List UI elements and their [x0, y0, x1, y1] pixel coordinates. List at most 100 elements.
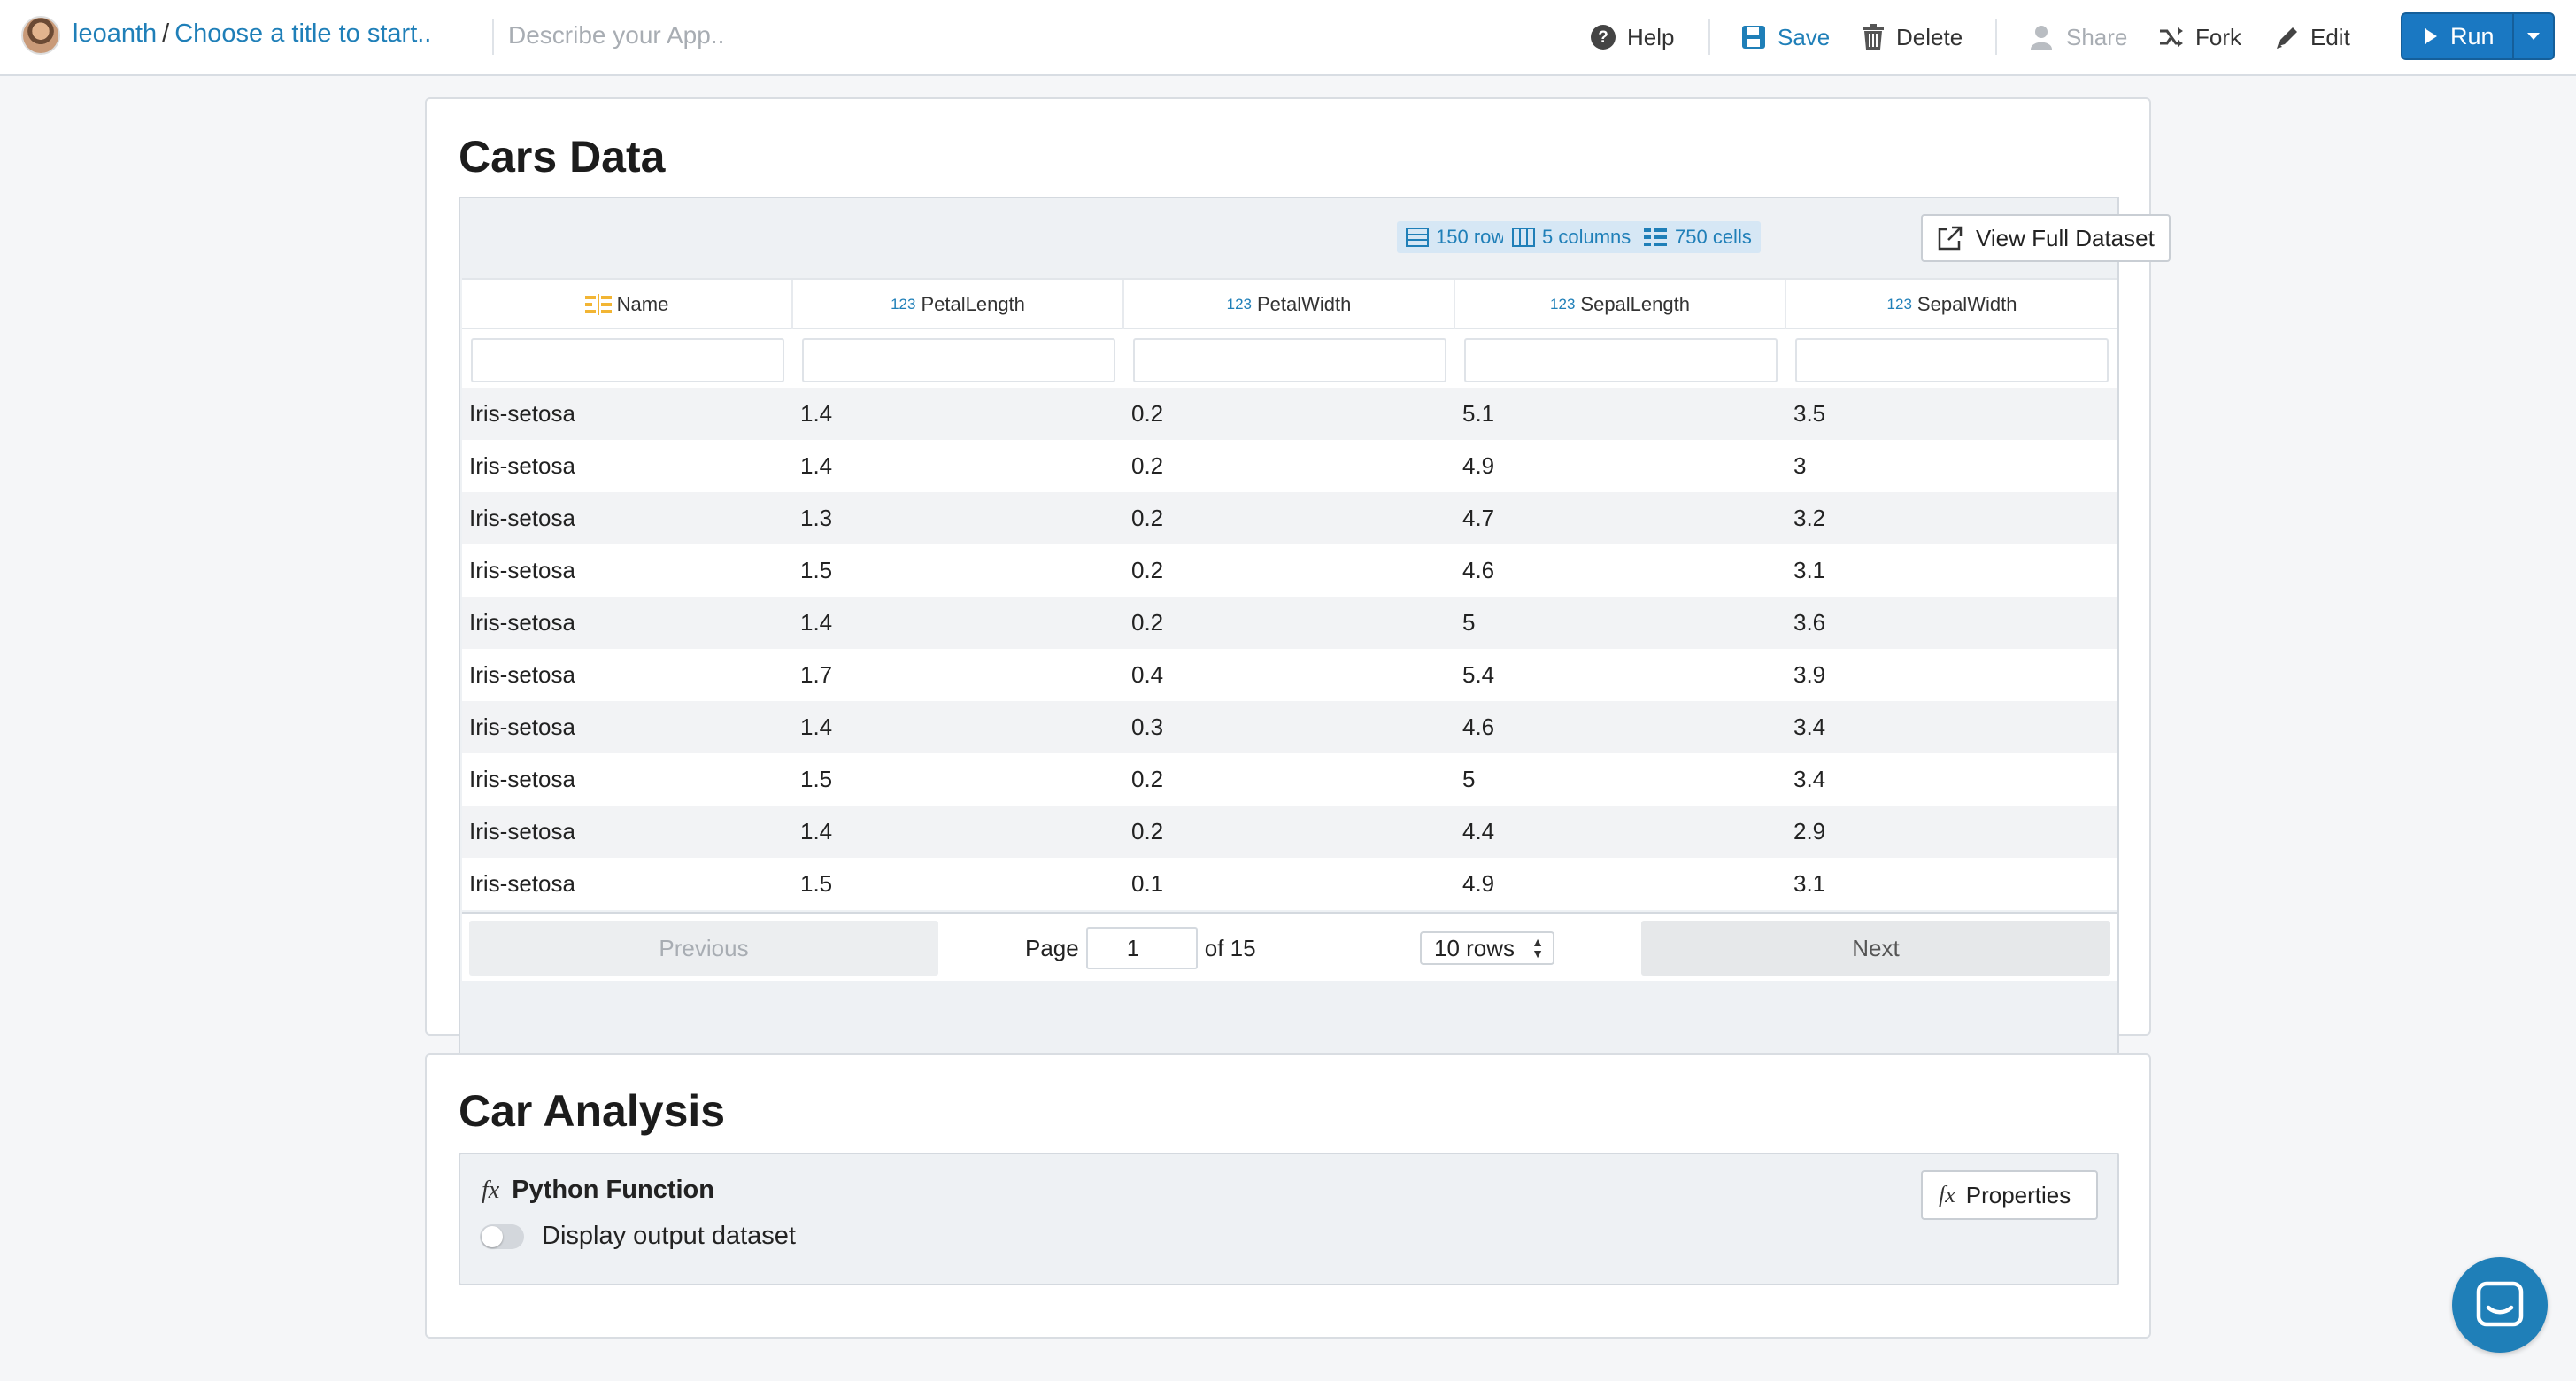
function-header: fx Python Function	[482, 1176, 714, 1205]
python-function-block: fx Python Function Display output datase…	[459, 1153, 2119, 1285]
table-row[interactable]: Iris-setosa 1.4 0.2 5 3.6	[462, 597, 2117, 649]
run-main-button[interactable]: Run	[2402, 14, 2512, 58]
column-header-sepallength[interactable]: 123 SepalLength	[1455, 280, 1786, 329]
cell-sepallength: 5.1	[1462, 400, 1495, 427]
cars-data-card: Cars Data 150 rows 5 columns 750 cells V…	[425, 97, 2171, 1080]
cell-petalwidth: 0.2	[1131, 818, 1164, 845]
columns-count: 5 columns	[1542, 226, 1631, 248]
table-row[interactable]: Iris-setosa 1.5 0.1 4.9 3.1	[462, 858, 2117, 910]
cell-petallength: 1.5	[800, 557, 833, 583]
column-header-label: SepalLength	[1580, 293, 1690, 315]
cell-name: Iris-setosa	[469, 818, 575, 845]
fork-icon	[2160, 27, 2183, 47]
rows-per-page-select[interactable]: 10 rows ▲ ▼	[1420, 931, 1554, 965]
function-label: Python Function	[512, 1176, 714, 1204]
filter-input-petallength[interactable]	[802, 338, 1115, 382]
table-row[interactable]: Iris-setosa 1.7 0.4 5.4 3.9	[462, 649, 2117, 701]
filter-input-sepallength[interactable]	[1464, 338, 1778, 382]
cell-petallength: 1.5	[800, 870, 833, 897]
cell-sepalwidth: 2.9	[1793, 818, 1826, 845]
cell-sepalwidth: 3.2	[1793, 505, 1826, 531]
page-indicator: Page 1 of 15	[1025, 924, 1256, 972]
edit-button[interactable]: Edit	[2275, 19, 2350, 55]
fork-label: Fork	[2195, 23, 2241, 50]
help-button[interactable]: ? Help	[1590, 19, 1674, 55]
fork-button[interactable]: Fork	[2158, 19, 2241, 55]
numeric-type-badge: 123	[1886, 296, 1912, 312]
pencil-icon	[2277, 27, 2297, 49]
cell-sepalwidth: 3.1	[1793, 557, 1826, 583]
rows-per-page-value: 10 rows	[1434, 934, 1516, 961]
properties-button[interactable]: fx Properties	[1921, 1170, 2098, 1220]
cell-name: Iris-setosa	[469, 870, 575, 897]
column-header-petalwidth[interactable]: 123 PetalWidth	[1124, 280, 1455, 329]
table-row[interactable]: Iris-setosa 1.4 0.2 5.1 3.5	[462, 388, 2117, 440]
cell-sepallength: 4.9	[1462, 452, 1495, 479]
chevron-down-icon	[2527, 33, 2540, 40]
app-description-input[interactable]: Describe your App..	[508, 21, 724, 50]
cell-name: Iris-setosa	[469, 400, 575, 427]
cell-sepallength: 4.7	[1462, 505, 1495, 531]
cell-petallength: 1.4	[800, 400, 833, 427]
table-row[interactable]: Iris-setosa 1.5 0.2 5 3.4	[462, 753, 2117, 806]
table-header-row: Name 123 PetalLength 123 PetalWidth 123 …	[462, 278, 2117, 329]
pagination-bar: Previous Page 1 of 15 10 rows ▲ ▼ Next	[462, 912, 2117, 981]
cell-petalwidth: 0.3	[1131, 714, 1164, 740]
column-header-label: PetalWidth	[1256, 293, 1352, 315]
floppy-disk-icon	[1742, 26, 1765, 49]
columns-icon	[1512, 228, 1535, 247]
display-output-toggle[interactable]	[480, 1223, 524, 1249]
table-row[interactable]: Iris-setosa 1.4 0.3 4.6 3.4	[462, 701, 2117, 753]
run-button[interactable]: Run	[2401, 12, 2555, 60]
cell-sepalwidth: 3.4	[1793, 766, 1826, 792]
run-options-dropdown[interactable]	[2514, 14, 2553, 58]
cell-name: Iris-setosa	[469, 505, 575, 531]
share-button[interactable]: Share	[2029, 19, 2127, 55]
column-header-sepalwidth[interactable]: 123 SepalWidth	[1786, 280, 2117, 329]
save-button[interactable]: Save	[1740, 19, 1830, 55]
cell-sepallength: 4.6	[1462, 714, 1495, 740]
page-number-input[interactable]: 1	[1085, 927, 1198, 969]
column-header-petallength[interactable]: 123 PetalLength	[793, 280, 1124, 329]
cell-sepallength: 5	[1462, 766, 1476, 792]
view-full-dataset-label: View Full Dataset	[1976, 224, 2155, 251]
app-title-input[interactable]: Choose a title to start..	[174, 19, 431, 48]
cell-sepalwidth: 3	[1793, 452, 1807, 479]
table-row[interactable]: Iris-setosa 1.4 0.2 4.4 2.9	[462, 806, 2117, 858]
cell-petalwidth: 0.2	[1131, 452, 1164, 479]
filter-input-petalwidth[interactable]	[1133, 338, 1446, 382]
breadcrumb-user[interactable]: leoanth	[73, 19, 157, 48]
cell-petallength: 1.7	[800, 661, 833, 688]
filter-input-sepalwidth[interactable]	[1795, 338, 2109, 382]
cell-sepalwidth: 3.4	[1793, 714, 1826, 740]
share-label: Share	[2066, 23, 2128, 50]
table-row[interactable]: Iris-setosa 1.3 0.2 4.7 3.2	[462, 492, 2117, 544]
next-page-button[interactable]: Next	[1641, 921, 2110, 976]
cell-name: Iris-setosa	[469, 766, 575, 792]
cell-name: Iris-setosa	[469, 609, 575, 636]
table-row[interactable]: Iris-setosa 1.4 0.2 4.9 3	[462, 440, 2117, 492]
car-analysis-card: Car Analysis fx Python Function Display …	[425, 1053, 2151, 1339]
run-label: Run	[2450, 22, 2495, 50]
previous-page-button[interactable]: Previous	[469, 921, 938, 976]
chat-launcher-button[interactable]	[2452, 1257, 2548, 1353]
column-header-label: PetalLength	[921, 293, 1025, 315]
table-row[interactable]: Iris-setosa 1.5 0.2 4.6 3.1	[462, 544, 2117, 597]
cells-icon	[1644, 228, 1667, 246]
select-arrows-icon: ▲ ▼	[1531, 935, 1544, 961]
delete-button[interactable]: Delete	[1861, 19, 1963, 55]
column-header-name[interactable]: Name	[462, 280, 793, 329]
trash-icon	[1863, 24, 1884, 50]
cell-petallength: 1.5	[800, 766, 833, 792]
table-toolbar: 150 rows 5 columns 750 cells View Full D…	[460, 198, 2171, 278]
filter-input-name[interactable]	[471, 338, 784, 382]
cell-petalwidth: 0.2	[1131, 400, 1164, 427]
rows-icon	[1406, 228, 1429, 247]
display-output-toggle-row: Display output dataset	[480, 1222, 796, 1251]
view-full-dataset-button[interactable]: View Full Dataset	[1921, 214, 2171, 262]
numeric-type-badge: 123	[891, 296, 916, 312]
page-total: of 15	[1204, 934, 1256, 961]
page-label: Page	[1025, 934, 1079, 961]
help-label: Help	[1627, 23, 1675, 50]
avatar[interactable]	[21, 16, 60, 55]
